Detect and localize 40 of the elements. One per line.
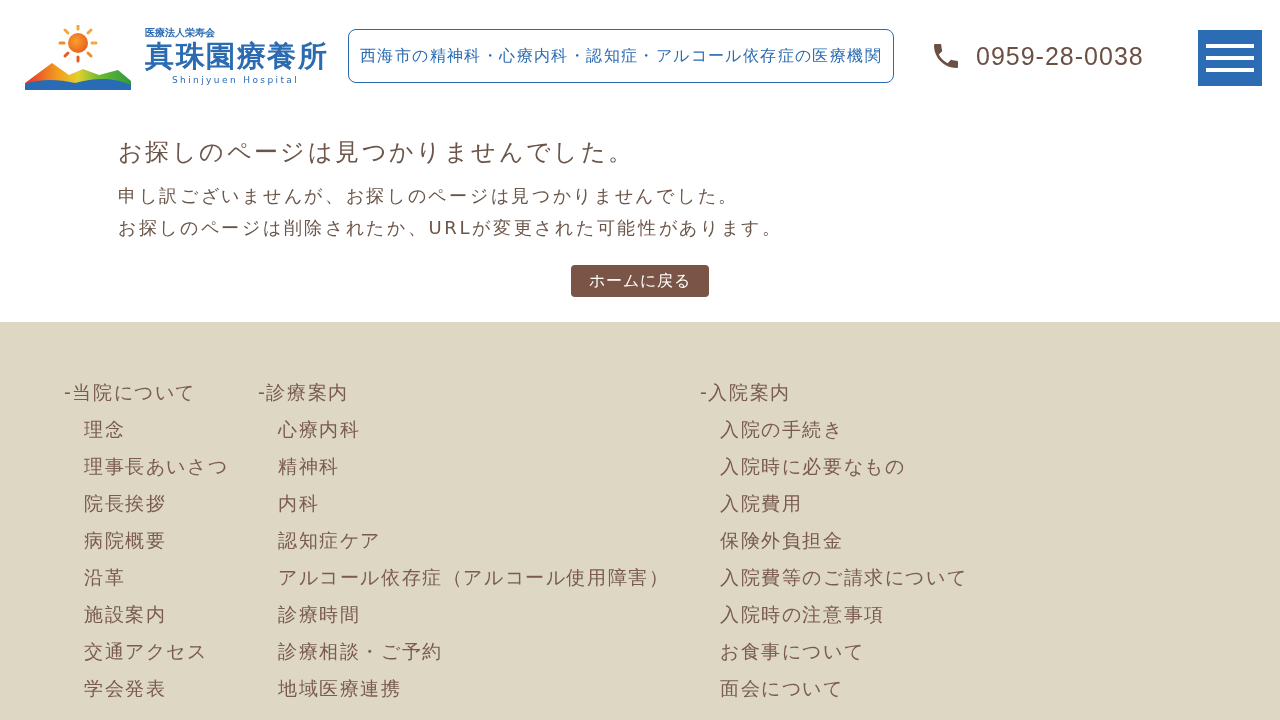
footer-link[interactable]: 認知症ケア — [278, 522, 381, 559]
phone-number[interactable]: 0959-28-0038 — [976, 41, 1144, 71]
footer-link[interactable]: 入院時に必要なもの — [720, 448, 906, 485]
footer-link[interactable]: 保険外負担金 — [720, 522, 844, 559]
message-text: 申し訳ございませんが、お探しのページは見つかりませんでした。 — [118, 184, 739, 208]
page-heading: お探しのページは見つかりませんでした。 — [118, 137, 635, 168]
message-text: お探しのページは削除されたか、URLが変更された可能性があります。 — [118, 216, 783, 240]
footer-link[interactable]: 内科 — [278, 485, 320, 522]
footer-link[interactable]: 沿革 — [84, 559, 126, 596]
footer-section-link[interactable]: -当院について — [64, 374, 197, 411]
footer-link[interactable]: 交通アクセス — [84, 633, 208, 670]
footer-section-link[interactable]: -入院案内 — [700, 374, 791, 411]
footer-link[interactable]: 精神科 — [278, 448, 340, 485]
footer-link[interactable]: 理事長あいさつ — [84, 448, 229, 485]
footer-link[interactable]: 地域医療連携 — [278, 670, 402, 707]
phone-icon — [934, 44, 958, 68]
footer-link[interactable]: 学会発表 — [84, 670, 167, 707]
footer-link[interactable]: 入院費用 — [720, 485, 803, 522]
footer-section-link[interactable]: -診療案内 — [258, 374, 349, 411]
footer-link[interactable]: 心療内科 — [278, 411, 361, 448]
corporation-name: 医療法人栄寿会 — [145, 26, 215, 39]
footer-link[interactable]: 入院時の注意事項 — [720, 596, 885, 633]
footer-link[interactable]: 入院の手続き — [720, 411, 844, 448]
hospital-name: 真珠園療養所 — [145, 38, 328, 73]
menu-button[interactable] — [1198, 30, 1262, 86]
home-button[interactable]: ホームに戻る — [571, 265, 709, 297]
footer-link[interactable]: 理念 — [84, 411, 126, 448]
menu-icon — [1206, 44, 1254, 72]
footer-link[interactable]: 院長挨拶 — [84, 485, 167, 522]
hospital-name-english: Shinjyuen Hospital — [172, 74, 300, 86]
footer-link[interactable]: 診療時間 — [278, 596, 361, 633]
footer-link[interactable]: お食事について — [720, 633, 865, 670]
footer-link[interactable]: 病院概要 — [84, 522, 167, 559]
footer-link[interactable]: アルコール依存症（アルコール使用障害） — [278, 559, 670, 596]
footer-link[interactable]: 入院費等のご請求について — [720, 559, 968, 596]
tagline-box: 西海市の精神科・心療内科・認知症・アルコール依存症の医療機関 — [348, 29, 894, 83]
footer-link[interactable]: 面会について — [720, 670, 844, 707]
footer-link[interactable]: 施設案内 — [84, 596, 167, 633]
footer-link[interactable]: 診療相談・ご予約 — [278, 633, 443, 670]
sun-over-mountains-icon — [25, 24, 131, 90]
